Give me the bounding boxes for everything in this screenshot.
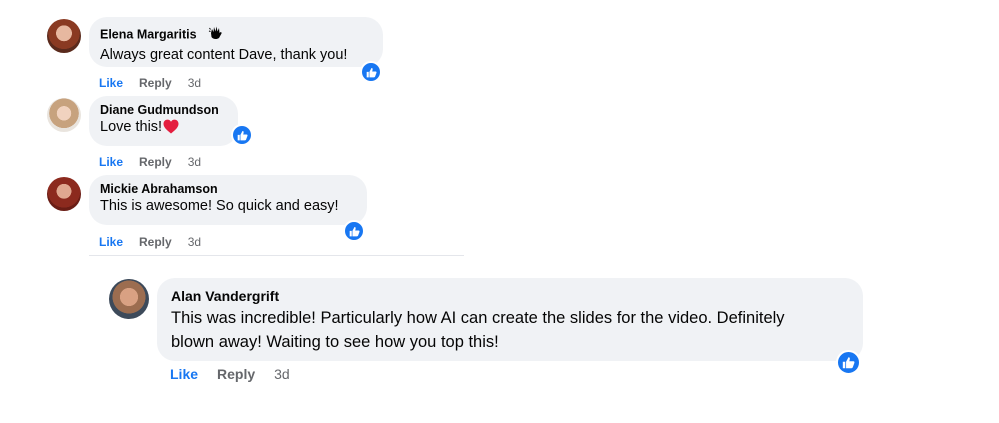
comment-author[interactable]: Alan Vandergrift <box>171 288 849 304</box>
comment-text: Always great content Dave, thank you! <box>100 47 348 63</box>
comment-text: This is awesome! So quick and easy! <box>100 198 339 214</box>
comment-author[interactable]: Diane Gudmundson <box>100 103 227 117</box>
like-reaction-badge[interactable] <box>343 220 365 242</box>
red-heart-icon <box>163 119 179 138</box>
avatar[interactable] <box>109 279 149 319</box>
comment-author[interactable]: Mickie Abrahamson <box>100 182 356 196</box>
comment-bubble: Alan Vandergrift This was incredible! Pa… <box>157 278 863 361</box>
thumbs-up-icon <box>349 226 360 236</box>
avatar[interactable] <box>47 98 81 132</box>
timestamp[interactable]: 3d <box>188 76 201 90</box>
comment-text-body: Love this! <box>100 119 163 135</box>
like-link[interactable]: Like <box>99 155 123 169</box>
timestamp[interactable]: 3d <box>188 155 201 169</box>
like-reaction-badge[interactable] <box>231 124 253 146</box>
reply-link[interactable]: Reply <box>217 366 255 382</box>
thumbs-up-icon <box>842 357 855 369</box>
reply-link[interactable]: Reply <box>139 76 172 90</box>
reply-link[interactable]: Reply <box>139 235 172 249</box>
comment-actions: Like Reply 3d <box>99 76 217 90</box>
avatar[interactable] <box>47 19 81 53</box>
comment-text: Love this! <box>100 119 227 138</box>
comment-text-line-1: This was incredible! Particularly how AI… <box>171 309 785 327</box>
like-link[interactable]: Like <box>170 366 198 382</box>
timestamp[interactable]: 3d <box>188 235 201 249</box>
comment-author[interactable]: Elena Margaritis <box>100 28 197 42</box>
thread-divider <box>89 255 464 256</box>
comment-text-line-2: blown away! Waiting to see how you top t… <box>171 333 499 351</box>
like-link[interactable]: Like <box>99 235 123 249</box>
comment-text: This was incredible! Particularly how AI… <box>171 306 849 354</box>
reply-link[interactable]: Reply <box>139 155 172 169</box>
avatar[interactable] <box>47 177 81 211</box>
waving-hand-icon <box>208 24 224 45</box>
comment-actions: Like Reply 3d <box>99 155 217 169</box>
timestamp[interactable]: 3d <box>274 366 290 382</box>
thumbs-up-icon <box>366 67 377 77</box>
comment-actions: Like Reply 3d <box>170 366 309 382</box>
comment-bubble: Mickie Abrahamson This is awesome! So qu… <box>89 175 367 225</box>
like-reaction-badge[interactable] <box>360 61 382 83</box>
thumbs-up-icon <box>237 130 248 140</box>
like-link[interactable]: Like <box>99 76 123 90</box>
comment-actions: Like Reply 3d <box>99 235 217 249</box>
like-reaction-badge[interactable] <box>836 350 861 375</box>
comment-bubble: Elena Margaritis Always great content Da… <box>89 17 383 67</box>
comment-bubble: Diane Gudmundson Love this! <box>89 96 238 146</box>
